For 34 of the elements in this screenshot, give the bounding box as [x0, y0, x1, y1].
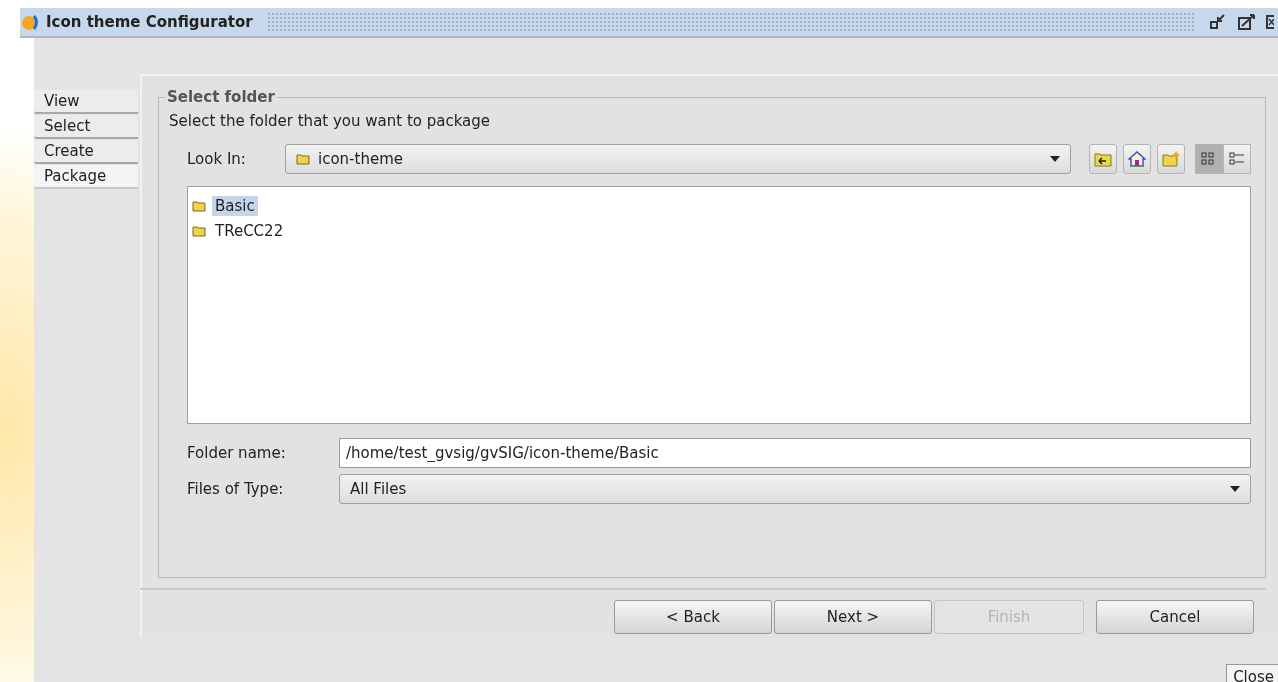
- folder-item[interactable]: TReCC22: [212, 220, 287, 241]
- files-of-type-label: Files of Type:: [187, 480, 285, 498]
- maximize-icon[interactable]: [1238, 14, 1256, 30]
- wizard-button[interactable]: Cancel: [1096, 600, 1254, 634]
- wizard-button[interactable]: < Back: [614, 600, 772, 634]
- minimize-icon[interactable]: [1210, 14, 1228, 30]
- caret-icon: [1230, 486, 1240, 492]
- group-title: Select folder: [166, 88, 276, 106]
- details-view-button[interactable]: [1223, 144, 1251, 174]
- details-icon: [1228, 151, 1246, 167]
- instruction-text: Select the folder that you want to package: [169, 112, 492, 130]
- side-tab[interactable]: View: [34, 90, 138, 114]
- side-tab[interactable]: Create: [34, 140, 138, 164]
- folder-item[interactable]: Basic: [212, 195, 258, 216]
- side-tab[interactable]: Select: [34, 115, 138, 139]
- folder-arrow-icon: [1094, 151, 1112, 167]
- folder-name-label: Folder name:: [187, 444, 287, 462]
- new-folder-icon: [1162, 151, 1180, 167]
- look-in-label: Look In:: [187, 150, 247, 168]
- close-icon[interactable]: [1266, 14, 1274, 30]
- wizard-button[interactable]: Next >: [774, 600, 932, 634]
- home-button[interactable]: [1123, 144, 1151, 174]
- folder-icon: [192, 224, 206, 237]
- close-button[interactable]: Close: [1226, 664, 1278, 682]
- up-folder-button[interactable]: [1089, 144, 1117, 174]
- caret-icon: [1050, 156, 1060, 162]
- side-tab[interactable]: Package: [34, 165, 138, 189]
- window-title: Icon theme Configurator: [46, 13, 253, 31]
- folder-name-field[interactable]: /home/test_gvsig/gvSIG/icon-theme/Basic: [339, 438, 1251, 468]
- home-icon: [1128, 151, 1146, 167]
- folder-icon: [296, 153, 310, 165]
- folder-icon: [192, 199, 206, 212]
- look-in-dropdown[interactable]: icon-theme: [285, 144, 1071, 174]
- files-of-type-dropdown[interactable]: All Files: [339, 474, 1251, 504]
